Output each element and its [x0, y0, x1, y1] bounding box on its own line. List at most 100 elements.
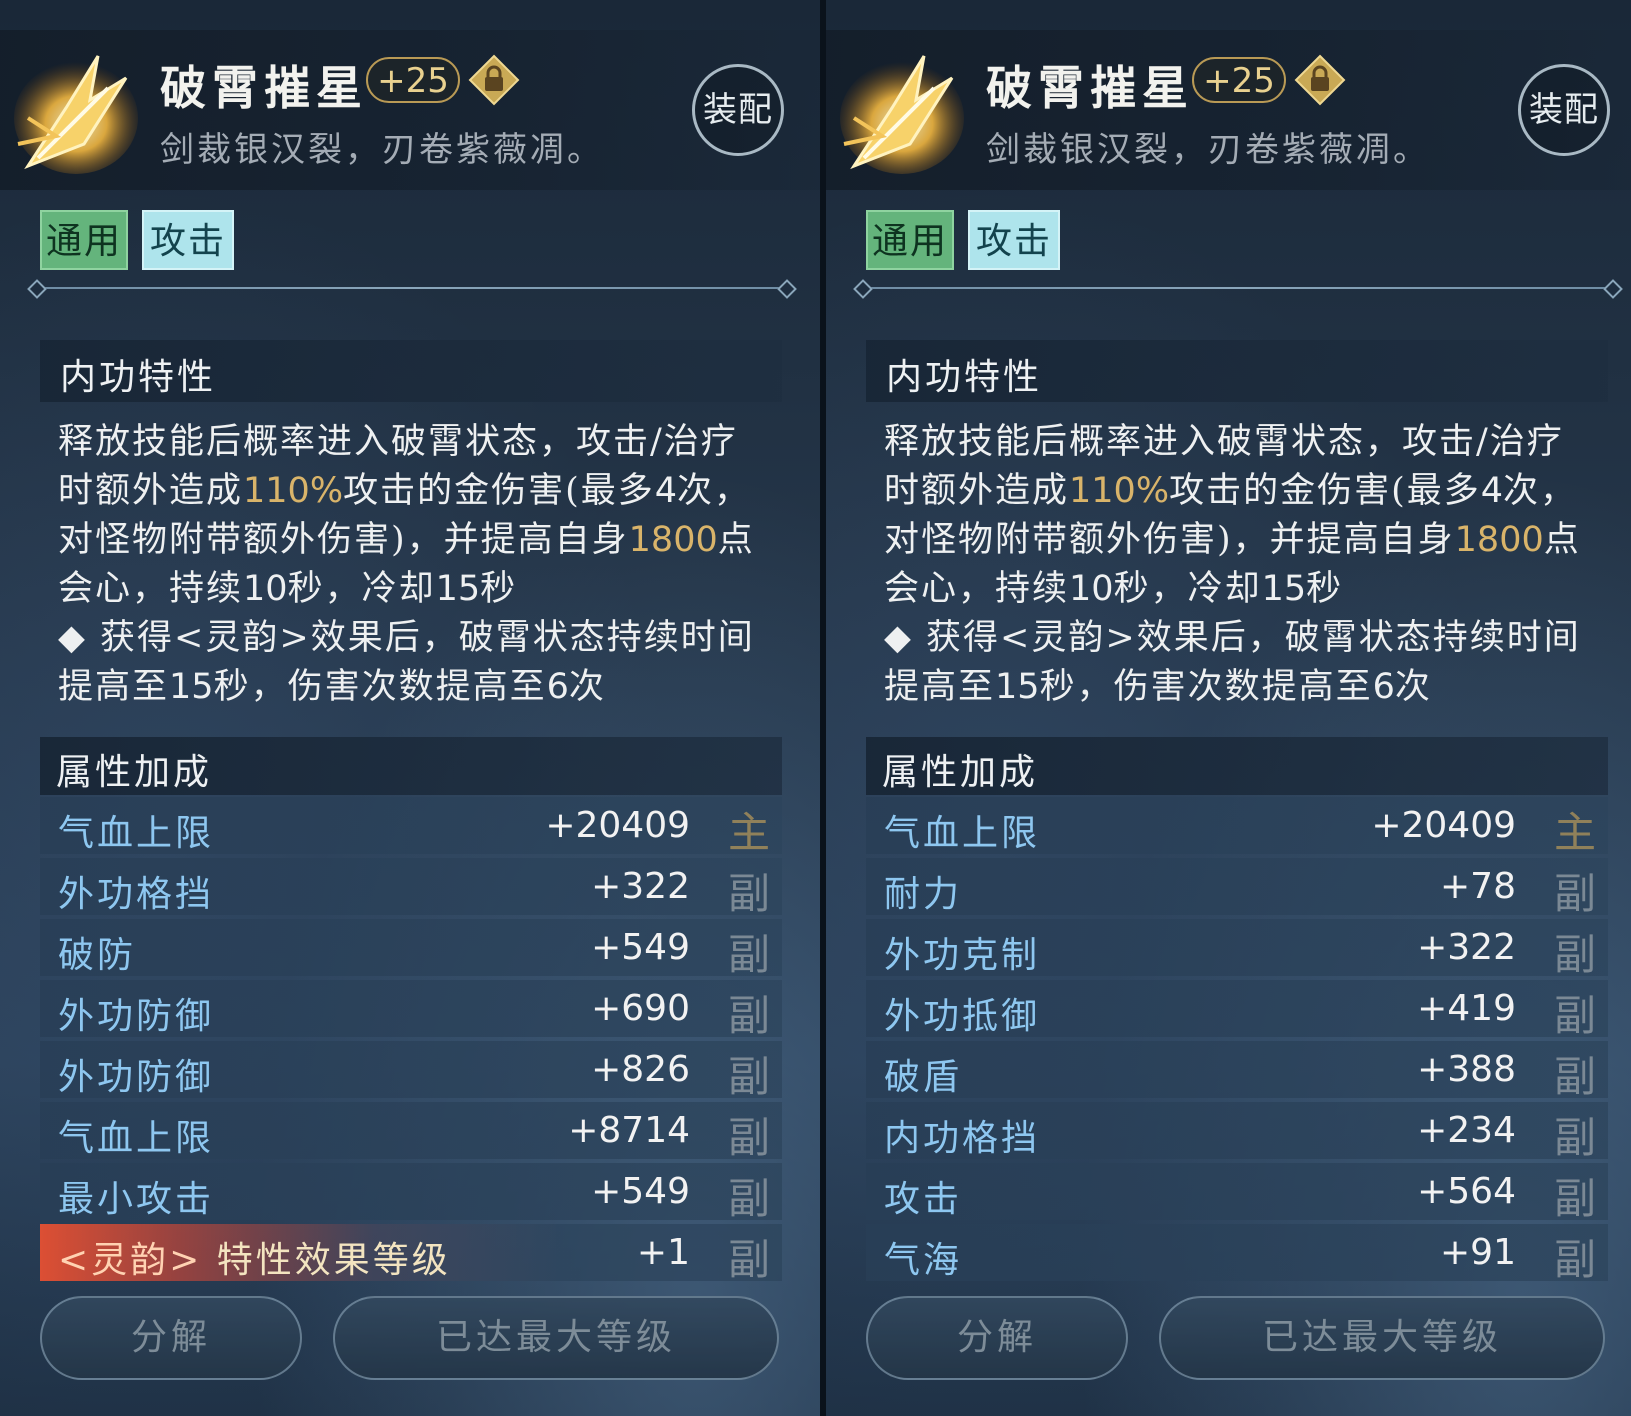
desc-text: 秒，冷却 [1113, 569, 1262, 609]
attr-main-tag: 主 [727, 808, 770, 857]
separator [858, 287, 1618, 289]
attr-name: 耐力 [884, 874, 963, 915]
desc-highlight: 1800 [1454, 520, 1544, 560]
decompose-button[interactable]: 分解 [40, 1296, 302, 1380]
attr-row: 气血上限 +20409 主 [866, 797, 1608, 857]
attr-header: 属性加成 [866, 737, 1608, 795]
attr-name: 气血上限 [884, 813, 1041, 854]
attr-row: 外功抵御 +419 副 [866, 980, 1608, 1040]
attr-sub-tag: 副 [727, 1174, 770, 1223]
equip-button[interactable]: 装配 [692, 64, 784, 156]
item-subtitle: 剑裁银汉裂，刃卷紫薇凋。 [986, 130, 1430, 170]
attr-row: 外功格挡 +322 副 [40, 858, 782, 918]
attr-header-label: 属性加成 [56, 752, 213, 793]
attr-sub-tag: 副 [1553, 1113, 1596, 1162]
tag-attack: 攻击 [968, 210, 1060, 270]
trait-description: 释放技能后概率进入破霄状态，攻击/治疗时额外造成110%攻击的金伤害(最多4次，… [884, 418, 1596, 712]
attr-sub-tag: 副 [727, 930, 770, 979]
item-panel-right: 破霄摧星 +25 剑裁银汉裂，刃卷紫薇凋。 装配 通用 攻击 内功特性 释放技能… [826, 0, 1631, 1416]
attr-name: 外功防御 [58, 996, 215, 1037]
attr-value: +8714 [568, 1110, 690, 1151]
enhance-level-badge: +25 [366, 57, 460, 103]
attr-value: +78 [1440, 866, 1516, 907]
desc-highlight: 110% [243, 471, 344, 511]
lingyun-prefix: <灵韵> [58, 1240, 203, 1281]
desc-number: 15 [1261, 569, 1307, 609]
attr-row-lingyun: <灵韵> 特性效果等级 +1 副 [40, 1224, 782, 1284]
trait-header: 内功特性 [40, 340, 782, 402]
attr-sub-tag: 副 [727, 991, 770, 1040]
tag-general: 通用 [866, 210, 954, 270]
attr-value: +20409 [1371, 805, 1516, 846]
attr-value: +388 [1417, 1049, 1516, 1090]
attr-value: +234 [1417, 1110, 1516, 1151]
attr-main-tag: 主 [1553, 808, 1596, 857]
attr-name-text: 特性效果等级 [216, 1240, 451, 1281]
separator [32, 287, 792, 289]
max-level-button[interactable]: 已达最大等级 [1159, 1296, 1605, 1380]
separator-dot [853, 279, 873, 299]
attr-row: 外功防御 +826 副 [40, 1041, 782, 1101]
lock-icon[interactable] [468, 54, 520, 106]
tag-general: 通用 [40, 210, 128, 270]
item-header: 破霄摧星 +25 剑裁银汉裂，刃卷紫薇凋。 装配 [826, 30, 1631, 190]
attr-value: +564 [1417, 1171, 1516, 1212]
attr-row: 外功克制 +322 副 [866, 919, 1608, 979]
desc-number: 15 [995, 667, 1040, 707]
separator-dot [1603, 279, 1623, 299]
enhance-level-badge: +25 [1192, 57, 1286, 103]
desc-number: 6 [1372, 667, 1395, 707]
attr-value: +419 [1417, 988, 1516, 1029]
desc-text: 攻击的金伤害(最多 [1169, 471, 1481, 511]
attr-value: +322 [1417, 927, 1516, 968]
attr-name: 外功抵御 [884, 996, 1041, 1037]
attr-name: 破盾 [884, 1057, 963, 1098]
attr-row: 攻击 +564 副 [866, 1163, 1608, 1223]
weapon-icon [840, 55, 964, 174]
desc-number: 10 [243, 569, 288, 609]
attr-name: 破防 [58, 935, 137, 976]
desc-text: 次 [1394, 667, 1432, 707]
tag-attack: 攻击 [142, 210, 234, 270]
desc-number: 10 [1069, 569, 1114, 609]
attr-name: 外功格挡 [58, 874, 215, 915]
attr-value: +549 [591, 1171, 690, 1212]
decompose-button[interactable]: 分解 [866, 1296, 1128, 1380]
item-panel-left: 破霄摧星 +25 剑裁银汉裂，刃卷紫薇凋。 装配 通用 攻击 内功特性 释放技能… [0, 0, 820, 1416]
attr-sub-tag: 副 [1553, 1235, 1596, 1284]
equip-button[interactable]: 装配 [1518, 64, 1610, 156]
trait-header: 内功特性 [866, 340, 1608, 402]
attr-sub-tag: 副 [1553, 930, 1596, 979]
attr-name: 内功格挡 [884, 1118, 1041, 1159]
desc-text: 秒，伤害次数提高至 [1039, 667, 1373, 707]
attr-row: 气海 +91 副 [866, 1224, 1608, 1284]
weapon-icon [14, 55, 138, 174]
trait-description: 释放技能后概率进入破霄状态，攻击/治疗时额外造成110%攻击的金伤害(最多4次，… [58, 418, 770, 712]
attr-list: 气血上限 +20409 主 耐力 +78 副 外功克制 +322 副 外功抵御 +419 副 破… [866, 797, 1608, 1285]
attr-name: 外功防御 [58, 1057, 215, 1098]
desc-highlight: 110% [1069, 471, 1170, 511]
attr-name: <灵韵> 特性效果等级 [58, 1231, 451, 1283]
desc-text: 攻击的金伤害(最多 [343, 471, 655, 511]
max-level-button[interactable]: 已达最大等级 [333, 1296, 779, 1380]
trait-header-label: 内功特性 [60, 357, 217, 398]
lock-icon[interactable] [1294, 54, 1346, 106]
attr-value: +690 [591, 988, 690, 1029]
attr-name: 气血上限 [58, 813, 215, 854]
attr-sub-tag: 副 [1553, 1174, 1596, 1223]
attr-value: +91 [1440, 1232, 1516, 1273]
attr-sub-tag: 副 [727, 869, 770, 918]
desc-text: 秒，伤害次数提高至 [213, 667, 547, 707]
attr-sub-tag: 副 [727, 1052, 770, 1101]
attr-row: 气血上限 +8714 副 [40, 1102, 782, 1162]
attr-value: +549 [591, 927, 690, 968]
attr-row: 最小攻击 +549 副 [40, 1163, 782, 1223]
attr-list: 气血上限 +20409 主 外功格挡 +322 副 破防 +549 副 外功防御 +690 副 … [40, 797, 782, 1285]
desc-number: 6 [546, 667, 569, 707]
item-title: 破霄摧星 [160, 61, 368, 115]
attr-row: 耐力 +78 副 [866, 858, 1608, 918]
attr-sub-tag: 副 [727, 1113, 770, 1162]
attr-name: 攻击 [884, 1179, 963, 1220]
attr-value: +826 [591, 1049, 690, 1090]
attr-name: 最小攻击 [58, 1179, 215, 1220]
